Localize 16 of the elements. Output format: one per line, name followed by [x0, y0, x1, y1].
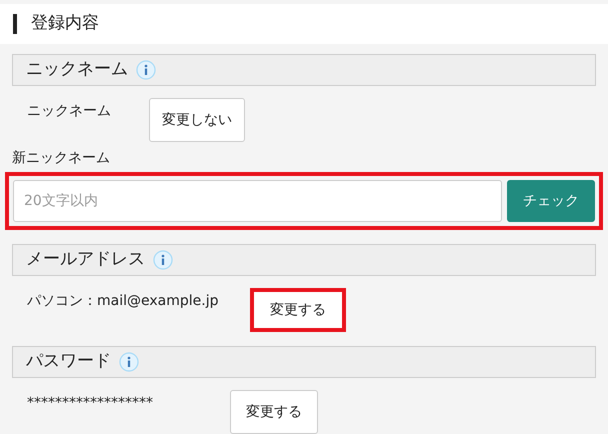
- check-button[interactable]: チェック: [507, 180, 595, 222]
- field-value: ******************: [27, 395, 153, 411]
- info-icon[interactable]: [153, 250, 173, 270]
- section-heading: パスワード: [26, 350, 111, 374]
- nickname-input[interactable]: 20文字以内: [13, 180, 502, 222]
- info-icon[interactable]: [119, 352, 139, 372]
- page-title: 登録内容: [31, 12, 99, 36]
- section-heading: ニックネーム: [26, 58, 128, 82]
- field-label: 新ニックネーム: [12, 149, 111, 168]
- change-button[interactable]: 変更しない: [149, 98, 245, 142]
- section-heading: メールアドレス: [26, 248, 145, 272]
- change-button[interactable]: 変更する: [230, 390, 318, 434]
- field-value: パソコン：mail@example.jp: [27, 293, 218, 309]
- field-value: ニックネーム: [27, 103, 111, 119]
- change-button[interactable]: 変更する: [250, 288, 346, 332]
- info-icon[interactable]: [136, 60, 156, 80]
